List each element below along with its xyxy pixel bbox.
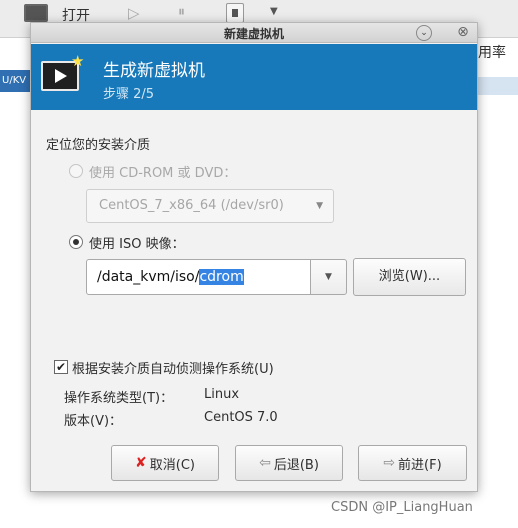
forward-arrow-icon: ⇨ — [383, 455, 395, 471]
minimize-icon[interactable]: ⌄ — [416, 25, 432, 41]
usage-column-header: 用率 — [478, 42, 506, 62]
header-banner: ★ 生成新虚拟机 步骤 2/5 — [31, 44, 477, 110]
page-title: 生成新虚拟机 — [103, 56, 205, 81]
chevron-down-icon: ▼ — [316, 190, 323, 222]
section-label: 定位您的安装介质 — [46, 134, 150, 153]
back-button[interactable]: ⇦ 后退(B) — [235, 445, 343, 481]
cdrom-radio[interactable] — [69, 164, 83, 178]
autodetect-label: 根据安装介质自动侦测操作系统(U) — [72, 358, 274, 377]
forward-button-label: 前进(F) — [398, 454, 442, 473]
cancel-button-label: 取消(C) — [150, 454, 195, 473]
cdrom-radio-row[interactable]: 使用 CD-ROM 或 DVD： — [69, 162, 236, 180]
iso-path-selected-text: cdrom — [199, 269, 243, 285]
autodetect-row[interactable]: ✔ 根据安装介质自动侦测操作系统(U) — [54, 358, 274, 376]
browse-button[interactable]: 浏览(W)... — [353, 258, 466, 296]
watermark: CSDN @IP_LiangHuan — [331, 500, 473, 515]
iso-radio[interactable] — [69, 235, 83, 249]
os-type-value: Linux — [204, 387, 239, 402]
dialog-titlebar[interactable]: 新建虚拟机 ⌄ ⊗ — [31, 23, 477, 43]
cdrom-device-value: CentOS_7_x86_64 (/dev/sr0) — [99, 198, 284, 213]
chevron-down-icon[interactable]: ▼ — [270, 6, 278, 17]
cdrom-radio-label: 使用 CD-ROM 或 DVD： — [89, 162, 236, 181]
cdrom-device-select[interactable]: CentOS_7_x86_64 (/dev/sr0) ▼ — [86, 189, 334, 223]
os-version-label: 版本(V)： — [64, 410, 122, 429]
os-version-value: CentOS 7.0 — [204, 410, 278, 425]
iso-path-text: /data_kvm/iso/ — [97, 269, 199, 285]
stop-icon[interactable] — [226, 3, 244, 23]
step-indicator: 步骤 2/5 — [103, 83, 154, 102]
close-icon[interactable]: ⊗ — [455, 24, 471, 40]
dialog-title: 新建虚拟机 — [31, 25, 477, 42]
star-icon: ★ — [71, 52, 84, 70]
new-vm-dialog: 新建虚拟机 ⌄ ⊗ ★ 生成新虚拟机 步骤 2/5 定位您的安装介质 使用 CD… — [30, 22, 478, 492]
forward-button[interactable]: ⇨ 前进(F) — [358, 445, 467, 481]
monitor-icon[interactable] — [24, 4, 48, 22]
cancel-icon: ✘ — [135, 455, 147, 471]
play-icon[interactable]: ▷ — [128, 4, 140, 22]
autodetect-checkbox[interactable]: ✔ — [54, 360, 68, 374]
iso-history-dropdown[interactable]: ▼ — [310, 259, 347, 295]
os-type-label: 操作系统类型(T)： — [64, 387, 173, 406]
iso-radio-row[interactable]: 使用 ISO 映像： — [69, 233, 185, 251]
iso-path-input[interactable]: /data_kvm/iso/cdrom — [86, 259, 311, 295]
back-button-label: 后退(B) — [274, 454, 319, 473]
usage-graph — [478, 77, 518, 95]
back-arrow-icon: ⇦ — [259, 455, 271, 471]
pause-icon[interactable]: ⏸ — [178, 4, 185, 20]
iso-radio-label: 使用 ISO 映像： — [89, 233, 185, 252]
cancel-button[interactable]: ✘ 取消(C) — [111, 445, 219, 481]
chevron-down-icon: ▼ — [325, 272, 332, 282]
vm-list-row-selected[interactable]: U/KV — [0, 70, 30, 92]
